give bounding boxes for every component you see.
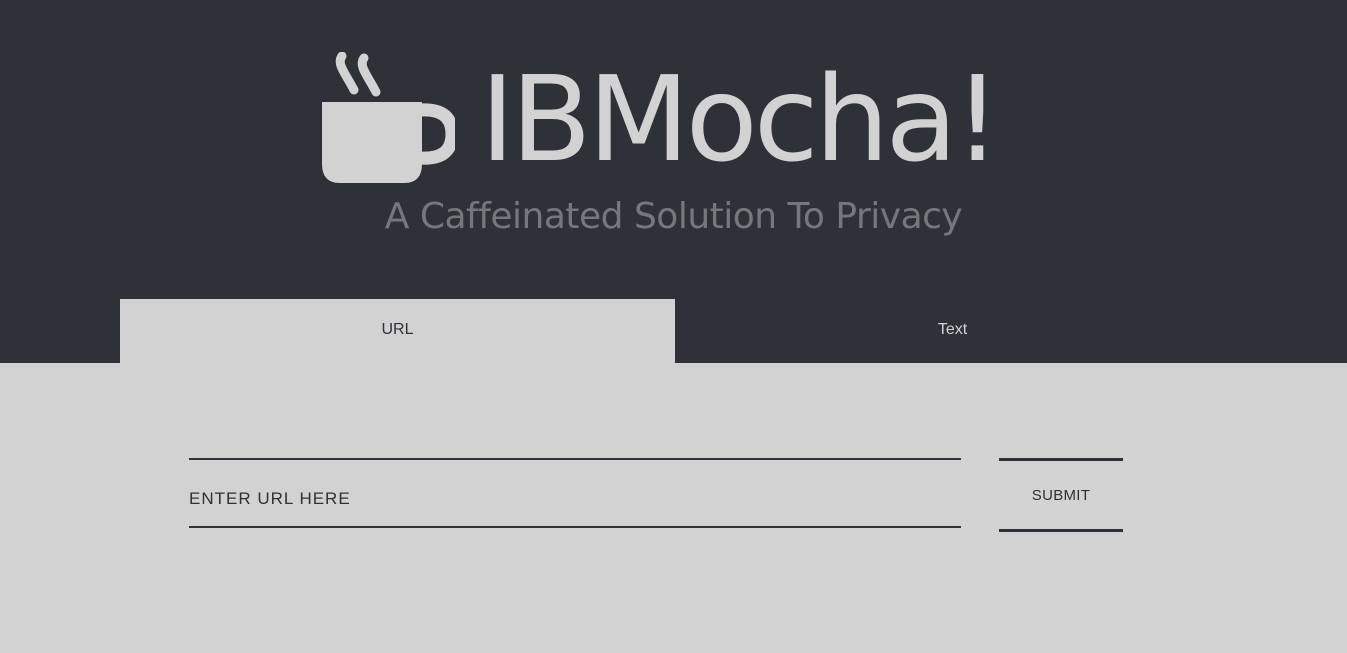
app-title: IBMocha!	[480, 50, 1001, 188]
tab-url[interactable]: URL	[120, 299, 675, 363]
brand: IBMocha!	[320, 50, 1040, 188]
tab-text[interactable]: Text	[675, 299, 1230, 363]
header: IBMocha! A Caffeinated Solution To Priva…	[0, 0, 1347, 363]
tab-bar: URL Text	[120, 299, 1230, 363]
coffee-cup-icon	[320, 51, 459, 187]
url-field	[189, 458, 961, 528]
url-input[interactable]	[189, 460, 961, 526]
submit-button[interactable]: SUBMIT	[999, 458, 1123, 532]
tagline: A Caffeinated Solution To Privacy	[384, 196, 963, 237]
